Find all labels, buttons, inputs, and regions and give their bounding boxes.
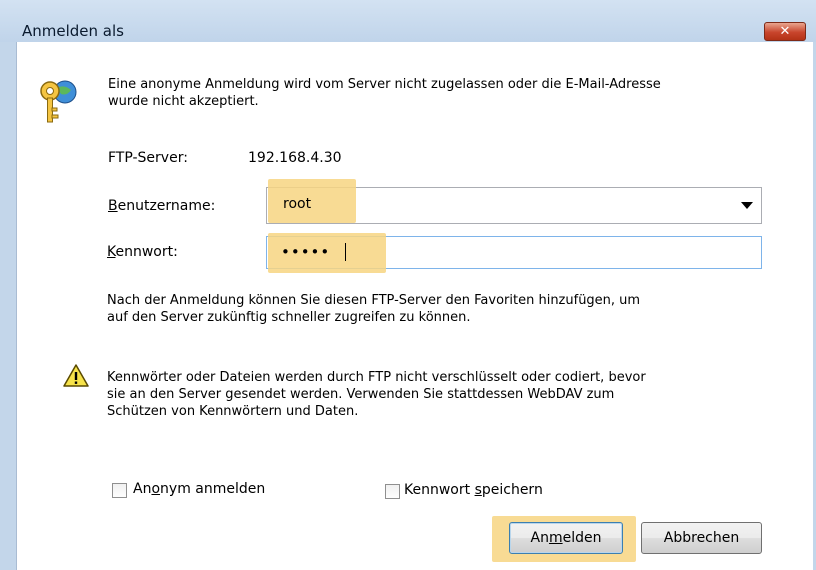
username-label-rest: enutzername: (117, 198, 216, 214)
save-password-label-hotkey: s (474, 482, 482, 498)
login-label-pre: An (530, 530, 549, 546)
login-label-hotkey: m (548, 530, 563, 546)
message-line-1: Eine anonyme Anmeldung wird vom Server n… (108, 77, 661, 92)
cancel-button[interactable]: Abbrechen (641, 522, 762, 554)
login-dialog: Anmelden als ✕ Eine anonyme Anmeldung wi… (0, 0, 816, 570)
username-label: Benutzername: (108, 198, 215, 214)
info-line-1: Nach der Anmeldung können Sie diesen FTP… (107, 293, 641, 308)
anonymous-login-label[interactable]: Anonym anmelden (133, 481, 265, 497)
save-password-checkbox[interactable] (385, 484, 400, 499)
chevron-down-icon[interactable] (741, 202, 753, 209)
save-password-label-pre: Kennwort (404, 482, 475, 498)
username-highlight (268, 179, 356, 223)
anonymous-label-hotkey: o (151, 481, 161, 497)
keys-globe-icon (40, 80, 77, 123)
close-button[interactable]: ✕ (764, 22, 806, 41)
password-label-rest: ennwort: (115, 244, 178, 260)
login-button[interactable]: An m elden (509, 522, 623, 554)
warning-line-2: sie an den Server gesendet werden. Verwe… (107, 387, 615, 402)
username-value[interactable]: root (283, 196, 311, 212)
title-bar: Anmelden als ✕ (0, 0, 816, 42)
password-label: Kennwort: (107, 244, 178, 260)
info-line-2: auf den Server zukünftig schneller zugre… (107, 310, 471, 325)
anonymous-label-post: nym anmelden (160, 481, 266, 497)
warning-line-1: Kennwörter oder Dateien werden durch FTP… (107, 370, 646, 385)
warning-line-3: Schützen von Kennwörtern und Daten. (107, 404, 359, 419)
ftp-server-label: FTP-Server: (108, 150, 188, 166)
ftp-server-value: 192.168.4.30 (248, 150, 342, 166)
message-line-2: wurde nicht akzeptiert. (108, 94, 259, 109)
username-label-hotkey: B (108, 198, 118, 214)
save-password-label-post: peichern (481, 482, 543, 498)
password-masked-value[interactable]: ••••• (281, 243, 330, 261)
anonymous-label-pre: An (133, 481, 152, 497)
dialog-title: Anmelden als (22, 22, 124, 40)
login-label-post: elden (562, 530, 602, 546)
close-icon: ✕ (779, 24, 791, 39)
anonymous-login-checkbox[interactable] (112, 483, 127, 498)
save-password-label[interactable]: Kennwort speichern (404, 482, 543, 498)
warning-icon (63, 364, 89, 387)
text-cursor (345, 243, 346, 261)
